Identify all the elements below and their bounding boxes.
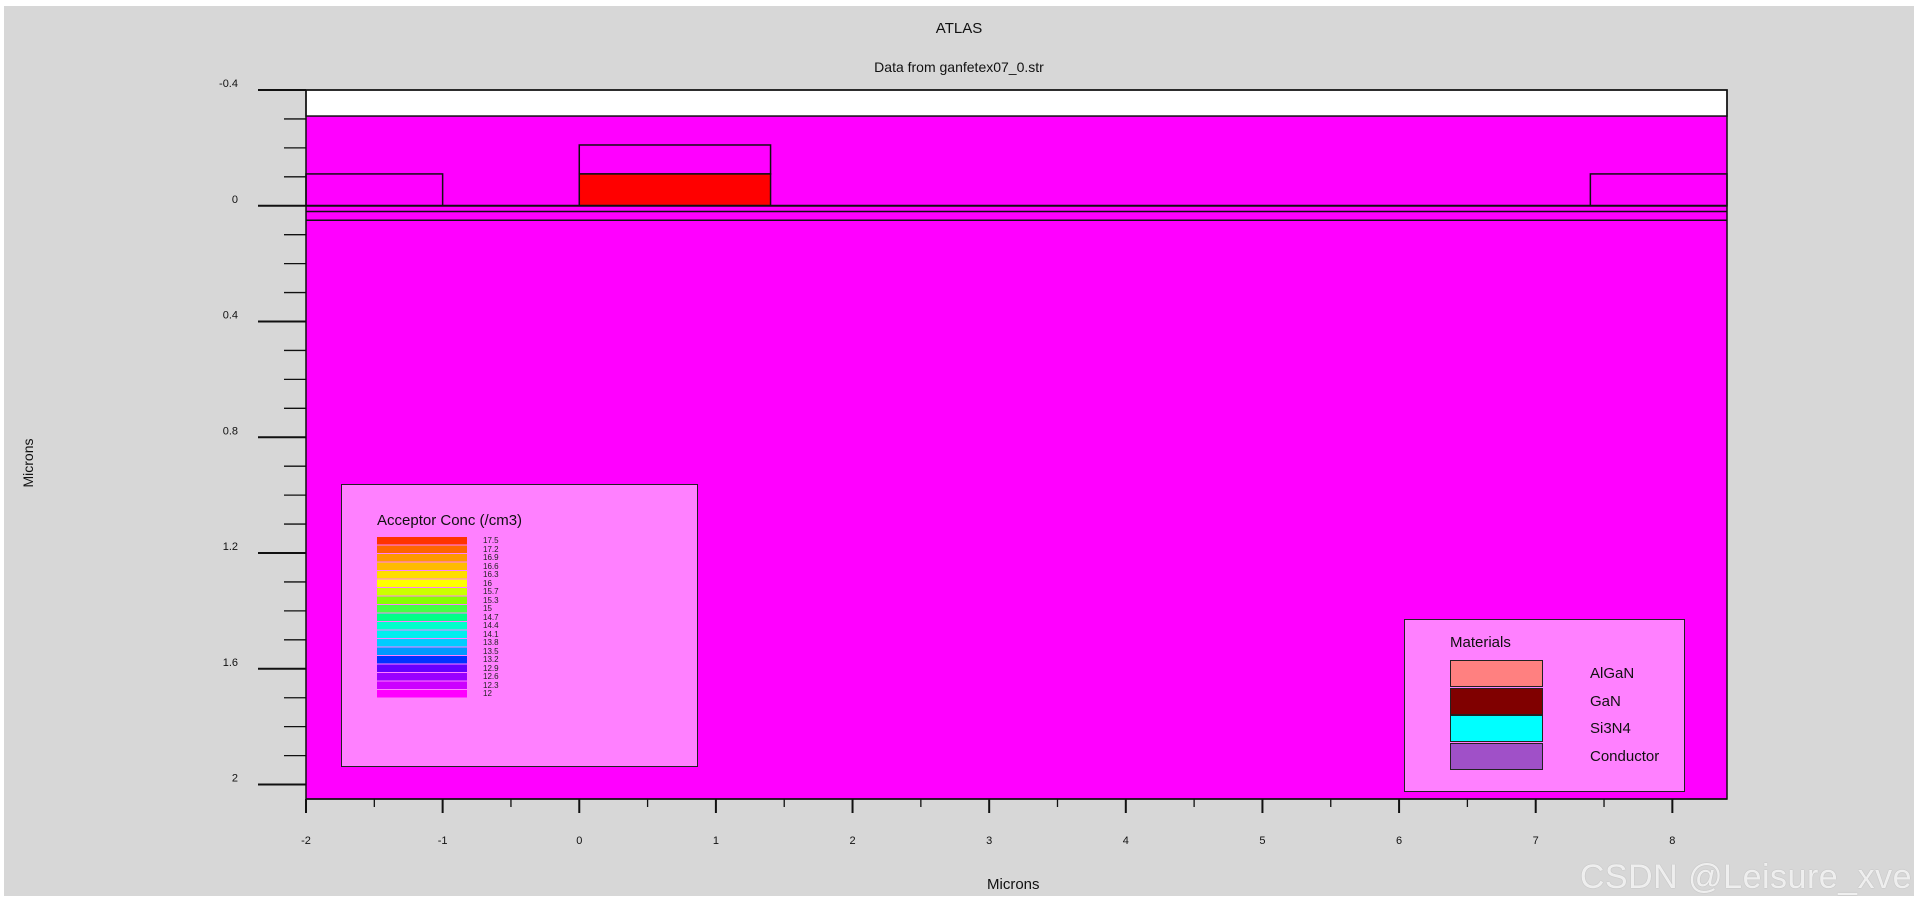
material-swatch (1450, 742, 1543, 770)
scale-swatch (377, 613, 467, 621)
scale-swatch (377, 588, 467, 596)
scale-swatch (377, 647, 467, 655)
scale-swatch (377, 664, 467, 672)
x-tick-label: 5 (1259, 835, 1265, 847)
scale-swatch (377, 690, 467, 698)
y-tick-label: 0 (232, 194, 238, 206)
region-source-electrode (305, 173, 444, 207)
y-tick-label: 1.2 (223, 541, 238, 553)
scale-swatch (377, 562, 467, 570)
material-label: GaN (1590, 692, 1621, 710)
y-tick-label: 0.8 (223, 425, 238, 437)
material-swatch (1450, 660, 1543, 687)
acceptor-scale-labels: 17.5 17.2 16.9 16.6 16.3 16 15.7 15.3 15 14.7 14.4… (483, 536, 499, 699)
scale-swatch (377, 681, 467, 689)
materials-legend-title: Materials (1450, 634, 1511, 651)
x-tick-label: 4 (1123, 835, 1129, 847)
material-label: Si3N4 (1590, 720, 1631, 737)
x-tick-label: 6 (1396, 835, 1402, 847)
material-label: AlGaN (1590, 665, 1635, 682)
x-tick-label: -2 (301, 835, 311, 847)
region-drain-electrode (1589, 173, 1728, 207)
scale-swatch (377, 596, 467, 604)
materials-legend: Materials AlGaN GaN Si3N4 Conductor (1404, 619, 1685, 792)
scale-swatch (377, 545, 467, 553)
scale-level-label: 12 (483, 689, 492, 698)
x-tick-label: 8 (1669, 835, 1675, 847)
region-gate-electrode (578, 173, 772, 207)
scale-swatch (377, 571, 467, 579)
scale-swatch (377, 579, 467, 587)
scale-swatch (377, 639, 467, 647)
y-tick-label: 2 (232, 773, 238, 785)
scale-swatch (377, 630, 467, 638)
acceptor-legend: Acceptor Conc (/cm3) 17.5 17.2 16.9 16.6 16.… (341, 484, 698, 767)
y-tick-label: 1.6 (223, 657, 238, 669)
region-gate-cap (578, 144, 772, 175)
y-tick-label: -0.4 (219, 78, 238, 90)
scale-swatch (377, 622, 467, 630)
x-tick-label: 3 (986, 835, 992, 847)
x-tick-label: 2 (849, 835, 855, 847)
x-tick-label: 1 (713, 835, 719, 847)
scale-swatch (377, 537, 467, 545)
x-tick-label: -1 (438, 835, 448, 847)
plot-window: ATLAS Data from ganfetex07_0.str Microns… (4, 6, 1914, 896)
material-swatch (1450, 715, 1543, 742)
acceptor-color-scale (377, 537, 467, 698)
scale-swatch (377, 554, 467, 562)
x-tick-label: 7 (1533, 835, 1539, 847)
x-tick-label: 0 (576, 835, 582, 847)
material-label: Conductor (1590, 747, 1660, 765)
scale-swatch (377, 656, 467, 664)
y-tick-label: 0.4 (223, 310, 238, 322)
scale-swatch (377, 673, 467, 681)
region-air-top (305, 89, 1728, 117)
watermark: CSDN @Leisure_xve (1579, 858, 1912, 896)
material-swatch (1450, 687, 1543, 715)
scale-swatch (377, 605, 467, 613)
acceptor-legend-title: Acceptor Conc (/cm3) (377, 512, 523, 529)
